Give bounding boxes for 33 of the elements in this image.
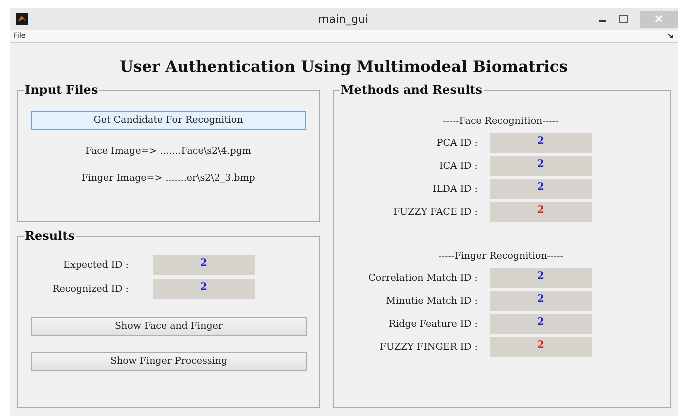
candidate-button[interactable]: Get Candidate For Recognition [31, 111, 306, 130]
field-label: Ridge Feature ID : [388, 318, 478, 330]
section-title: -----Finger Recognition----- [438, 251, 564, 262]
field-label: FUZZY FINGER ID : [378, 342, 478, 352]
show-button[interactable]: Show Face and Finger [31, 317, 307, 336]
field-label: PCA ID : [436, 138, 478, 148]
maximize-icon[interactable] [619, 15, 628, 23]
id-value: 2 [490, 314, 592, 334]
field-label: Minutie Match ID : [385, 296, 478, 306]
id-value: 2 [153, 279, 255, 299]
field-label: Expected ID : [62, 260, 129, 270]
arrow-icon[interactable] [668, 33, 674, 39]
panel-title: Input Files [24, 82, 100, 98]
field-label: Correlation Match ID : [368, 272, 478, 284]
id-value: 2 [490, 337, 592, 357]
id-value: 2 [490, 156, 592, 176]
file-path-text: Finger Image=> .......er\s2\2_3.bmp [82, 173, 256, 184]
file-path-text: Face Image=> .......Face\s2\4.pgm [86, 146, 252, 157]
id-value: 2 [490, 202, 592, 222]
field-label: ICA ID : [438, 160, 478, 172]
id-value: 2 [490, 133, 592, 153]
section-title: -----Face Recognition----- [443, 116, 559, 127]
field-label: ILDA ID : [432, 184, 478, 194]
heading: User Authentication Using Multimodeal Biomatrics [118, 57, 570, 76]
show-button[interactable]: Show Finger Processing [31, 352, 307, 371]
app-icon [16, 13, 28, 25]
window-title: main_gui [318, 12, 368, 26]
id-value: 2 [490, 268, 592, 288]
field-label: FUZZY FACE ID : [392, 206, 478, 218]
id-value: 2 [490, 179, 592, 199]
field-label: Recognized ID : [52, 284, 129, 294]
id-value: 2 [490, 291, 592, 311]
id-value: 2 [153, 255, 255, 275]
